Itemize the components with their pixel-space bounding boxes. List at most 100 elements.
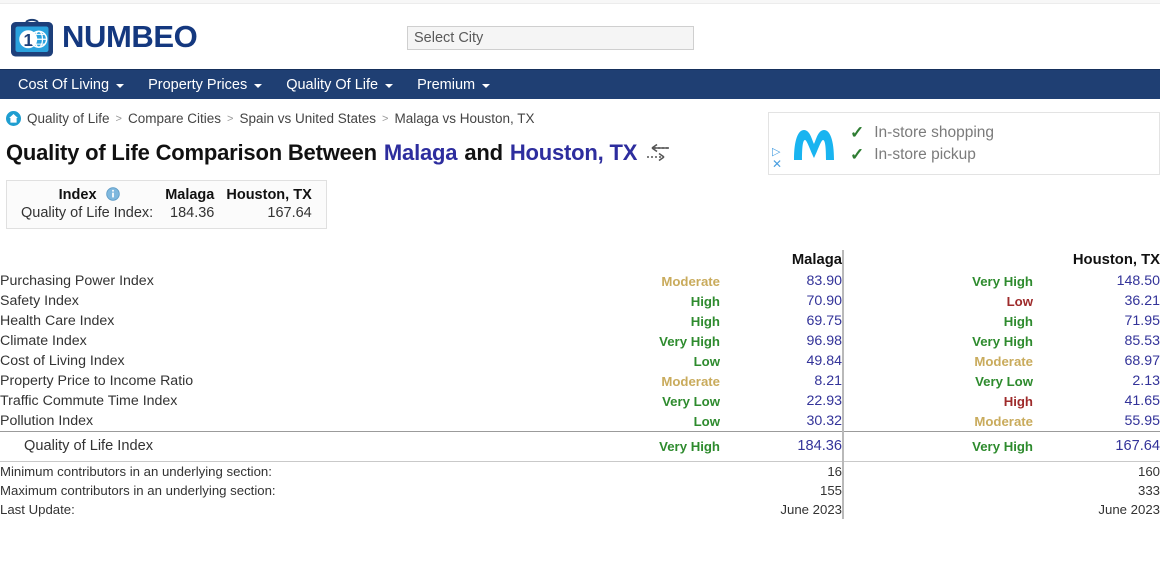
site-header: 1 NUMBEO: [0, 4, 1160, 69]
table-row: Cost of Living Index Low 49.84 Moderate …: [0, 351, 1160, 371]
row-rating-city-b: Very High: [972, 334, 1033, 349]
footer-spacer-a: [610, 481, 720, 500]
breadcrumb-separator: >: [115, 112, 122, 125]
row-rating-city-a: Low: [693, 414, 720, 429]
row-value-city-b: 36.21: [1124, 293, 1160, 309]
row-value-city-b: 55.95: [1124, 413, 1160, 429]
breadcrumb-item-countries[interactable]: Spain vs United States: [239, 111, 376, 126]
header-city-b: Houston, TX: [1072, 252, 1160, 268]
main-navbar: Cost Of Living Property Prices Quality O…: [0, 69, 1160, 99]
footer-row: Maximum contributors in an underlying se…: [0, 481, 1160, 500]
ad-close-icon[interactable]: ✕: [772, 158, 788, 170]
footer-value-city-b: 333: [1137, 483, 1160, 498]
row-rating-city-b: Very Low: [975, 374, 1033, 389]
table-row: Health Care Index High 69.75 High 71.95: [0, 311, 1160, 331]
index-header-cell: Index: [15, 186, 159, 204]
nav-label: Premium: [417, 76, 476, 93]
table-row: Purchasing Power Index Moderate 83.90 Ve…: [0, 271, 1160, 291]
row-rating-city-b: High: [1003, 394, 1033, 409]
row-value-city-a: 22.93: [720, 391, 844, 411]
nav-label: Cost Of Living: [18, 76, 110, 93]
table-row: Property Price to Income Ratio Moderate …: [0, 371, 1160, 391]
row-label[interactable]: Property Price to Income Ratio: [0, 371, 610, 391]
row-rating-city-b: Moderate: [974, 414, 1033, 429]
summary-rating-city-b: Very High: [972, 439, 1033, 454]
row-label[interactable]: Traffic Commute Time Index: [0, 391, 610, 411]
nav-item-cost-of-living[interactable]: Cost Of Living: [6, 70, 136, 100]
page-title-city-b[interactable]: Houston, TX: [510, 140, 638, 166]
advertisement-banner[interactable]: ▷ ✕ ✓ In-store shopping ✓ In-store picku…: [768, 112, 1160, 175]
row-label[interactable]: Cost of Living Index: [0, 351, 610, 371]
nav-item-premium[interactable]: Premium: [405, 70, 502, 100]
index-summary-data-row: Quality of Life Index: 184.36 167.64: [15, 204, 318, 222]
ad-feature-row: ✓ In-store pickup: [850, 144, 994, 166]
footer-spacer-a: [610, 500, 720, 519]
breadcrumb-separator: >: [227, 112, 234, 125]
home-icon[interactable]: [6, 111, 21, 126]
row-label[interactable]: Purchasing Power Index: [0, 271, 610, 291]
footer-value-city-a: 16: [720, 462, 844, 481]
footer-spacer-b: [843, 500, 1033, 519]
index-header-city-a: Malaga: [165, 187, 215, 203]
swap-cities-icon[interactable]: [644, 143, 672, 163]
page-title-prefix: Quality of Life Comparison Between: [6, 140, 377, 165]
summary-value-city-b: 167.64: [1115, 438, 1160, 454]
breadcrumb-item-compare-cities[interactable]: Compare Cities: [128, 111, 221, 126]
ad-feature-label: In-store shopping: [874, 123, 995, 141]
search-input[interactable]: [407, 26, 694, 50]
row-label[interactable]: Pollution Index: [0, 411, 610, 432]
footer-value-city-b: 160: [1137, 464, 1160, 479]
breadcrumb-item-current: Malaga vs Houston, TX: [394, 111, 535, 126]
page-title-city-a[interactable]: Malaga: [384, 140, 458, 166]
svg-text:1: 1: [23, 30, 33, 50]
footer-value-city-a: 155: [720, 481, 844, 500]
row-label[interactable]: Health Care Index: [0, 311, 610, 331]
row-label[interactable]: Climate Index: [0, 331, 610, 351]
page-root: 1 NUMBEO Cost Of Living Property Prices …: [0, 0, 1160, 571]
row-rating-city-b: Very High: [972, 274, 1033, 289]
footer-row: Minimum contributors in an underlying se…: [0, 462, 1160, 481]
ad-badges: ▷ ✕: [772, 113, 788, 174]
city-search[interactable]: [407, 26, 694, 50]
check-icon: ✓: [850, 144, 865, 164]
row-rating-city-a: High: [690, 314, 720, 329]
row-rating-city-a: Low: [693, 354, 720, 369]
index-summary-header-row: Index Malaga Houston, TX: [15, 186, 318, 204]
chevron-down-icon: [482, 83, 491, 88]
footer-spacer-a: [610, 462, 720, 481]
info-icon[interactable]: [105, 187, 120, 201]
row-value-city-a: 8.21: [720, 371, 844, 391]
row-value-city-b: 41.65: [1124, 393, 1160, 409]
chevron-down-icon: [385, 83, 394, 88]
summary-value-city-a: 184.36: [720, 432, 844, 462]
row-value-city-a: 70.90: [720, 291, 844, 311]
row-value-city-b: 68.97: [1124, 353, 1160, 369]
check-icon: ✓: [850, 122, 865, 142]
footer-spacer-b: [843, 462, 1033, 481]
nav-item-property-prices[interactable]: Property Prices: [136, 70, 274, 100]
row-rating-city-a: High: [690, 294, 720, 309]
summary-row-quality-of-life: Quality of Life Index Very High 184.36 V…: [0, 432, 1160, 462]
page-title-conjunction: and: [464, 140, 503, 165]
table-row: Traffic Commute Time Index Very Low 22.9…: [0, 391, 1160, 411]
footer-value-city-a: June 2023: [720, 500, 844, 519]
site-logo[interactable]: 1 NUMBEO: [8, 13, 198, 61]
row-rating-city-a: Moderate: [661, 374, 720, 389]
table-row: Climate Index Very High 96.98 Very High …: [0, 331, 1160, 351]
row-value-city-b: 2.13: [1132, 373, 1160, 389]
index-summary-box: Index Malaga Houston, TX Quality of Life…: [6, 180, 327, 229]
row-value-city-a: 96.98: [720, 331, 844, 351]
table-row: Pollution Index Low 30.32 Moderate 55.95: [0, 411, 1160, 432]
ad-feature-label: In-store pickup: [874, 145, 976, 163]
nav-label: Property Prices: [148, 76, 248, 93]
row-rating-city-b: Moderate: [974, 354, 1033, 369]
footer-label: Last Update:: [0, 502, 75, 517]
row-label[interactable]: Safety Index: [0, 291, 610, 311]
row-rating-city-b: High: [1003, 314, 1033, 329]
row-value-city-b: 71.95: [1124, 313, 1160, 329]
header-city-a: Malaga: [720, 250, 844, 271]
row-rating-city-a: Very High: [659, 334, 720, 349]
nav-item-quality-of-life[interactable]: Quality Of Life: [274, 70, 405, 100]
footer-row: Last Update: June 2023 June 2023: [0, 500, 1160, 519]
breadcrumb-item-quality-of-life[interactable]: Quality of Life: [27, 111, 110, 126]
